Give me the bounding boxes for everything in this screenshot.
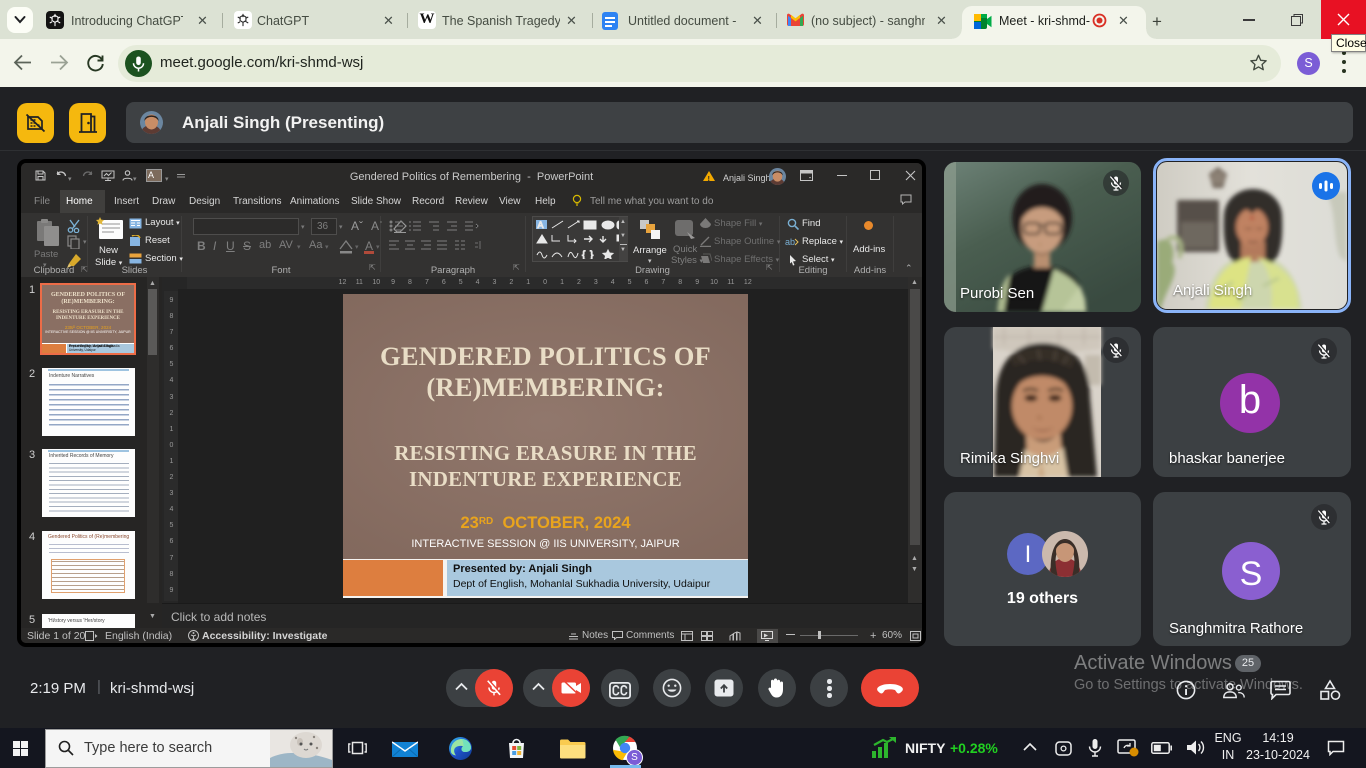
svg-text:}: }	[590, 250, 594, 259]
svg-text:{: {	[582, 250, 586, 259]
svg-text:A: A	[538, 220, 544, 230]
svg-text:ab: ab	[785, 237, 795, 247]
